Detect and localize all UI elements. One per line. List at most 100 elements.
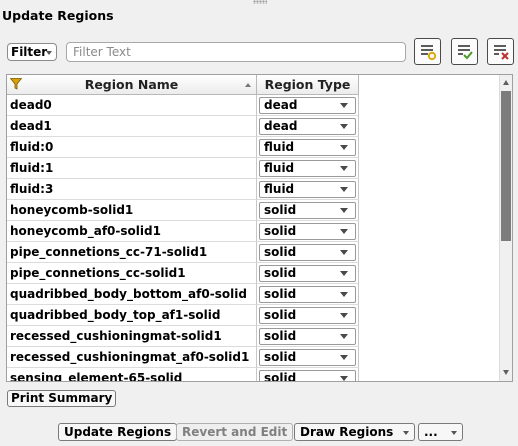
region-name-cell: recessed_cushioningmat-solid1 bbox=[7, 326, 257, 347]
region-type-select[interactable]: solid bbox=[259, 244, 356, 261]
region-type-value: solid bbox=[264, 371, 297, 382]
sort-ascending-icon bbox=[245, 83, 251, 87]
clear-list-icon bbox=[494, 45, 509, 60]
table-row[interactable]: fluid:0 fluid bbox=[7, 137, 359, 158]
chevron-down-icon bbox=[340, 271, 348, 276]
table-row[interactable]: honeycomb-solid1 solid bbox=[7, 200, 359, 221]
vertical-scrollbar[interactable] bbox=[499, 75, 512, 381]
scroll-down-arrow-icon[interactable] bbox=[503, 370, 509, 375]
chevron-down-icon bbox=[340, 187, 348, 192]
region-name-cell: dead0 bbox=[7, 95, 257, 116]
region-type-value: solid bbox=[264, 308, 297, 322]
draw-regions-button[interactable]: Draw Regions bbox=[294, 423, 415, 441]
table-row[interactable]: dead1 dead bbox=[7, 116, 359, 137]
chevron-down-icon bbox=[340, 334, 348, 339]
filter-mode-dropdown[interactable]: Filter bbox=[7, 43, 57, 61]
region-type-select[interactable]: dead bbox=[259, 97, 356, 114]
table-row[interactable]: pipe_connetions_cc-solid1 solid bbox=[7, 263, 359, 284]
table-row[interactable]: dead0 dead bbox=[7, 95, 359, 116]
region-name-cell: honeycomb-solid1 bbox=[7, 200, 257, 221]
region-type-select[interactable]: solid bbox=[259, 265, 356, 282]
region-type-select[interactable]: fluid bbox=[259, 160, 356, 177]
regions-table: Region Name Region Type dead0 dead dead1 d… bbox=[6, 74, 513, 382]
region-type-select[interactable]: solid bbox=[259, 286, 356, 303]
region-type-select[interactable]: solid bbox=[259, 202, 356, 219]
table-row[interactable]: recessed_cushioningmat_af0-solid1 solid bbox=[7, 347, 359, 368]
chevron-down-icon bbox=[340, 103, 348, 108]
chevron-down-icon bbox=[340, 313, 348, 318]
chevron-down-icon bbox=[403, 431, 409, 435]
column-header-region-name[interactable]: Region Name bbox=[7, 75, 257, 95]
region-type-select[interactable]: solid bbox=[259, 223, 356, 240]
region-type-select[interactable]: dead bbox=[259, 118, 356, 135]
resize-grip[interactable] bbox=[253, 0, 267, 4]
region-name-cell: quadribbed_body_top_af1-solid bbox=[7, 305, 257, 326]
chevron-down-icon bbox=[340, 292, 348, 297]
scroll-up-arrow-icon[interactable] bbox=[503, 80, 509, 85]
table-row[interactable]: quadribbed_body_bottom_af0-solid solid bbox=[7, 284, 359, 305]
chevron-down-icon bbox=[340, 208, 348, 213]
region-type-value: solid bbox=[264, 203, 297, 217]
region-type-value: solid bbox=[264, 329, 297, 343]
filter-options-button[interactable] bbox=[414, 38, 441, 65]
print-summary-button[interactable]: Print Summary bbox=[7, 390, 117, 407]
filter-list-icon bbox=[421, 45, 437, 61]
table-header: Region Name Region Type bbox=[7, 75, 359, 95]
more-options-label: ... bbox=[424, 425, 438, 439]
region-type-select[interactable]: fluid bbox=[259, 181, 356, 198]
column-header-region-type[interactable]: Region Type bbox=[257, 75, 359, 95]
chevron-down-icon bbox=[451, 431, 457, 435]
filter-text-input[interactable] bbox=[66, 42, 406, 62]
region-name-cell: recessed_cushioningmat_af0-solid1 bbox=[7, 347, 257, 368]
region-type-select[interactable]: fluid bbox=[259, 139, 356, 156]
table-body: dead0 dead dead1 dead fluid:0 fluid fluid:1… bbox=[7, 95, 359, 382]
region-type-select[interactable]: solid bbox=[259, 328, 356, 345]
table-row[interactable]: recessed_cushioningmat-solid1 solid bbox=[7, 326, 359, 347]
region-name-cell: fluid:3 bbox=[7, 179, 257, 200]
chevron-down-icon bbox=[340, 376, 348, 381]
table-row[interactable]: fluid:3 fluid bbox=[7, 179, 359, 200]
region-name-cell: quadribbed_body_bottom_af0-solid bbox=[7, 284, 257, 305]
region-type-value: fluid bbox=[264, 182, 295, 196]
region-name-cell: pipe_connetions_cc-71-solid1 bbox=[7, 242, 257, 263]
region-type-value: solid bbox=[264, 350, 297, 364]
region-type-value: dead bbox=[264, 98, 298, 112]
deselect-all-button[interactable] bbox=[487, 38, 514, 65]
region-type-value: fluid bbox=[264, 140, 295, 154]
region-type-value: solid bbox=[264, 245, 297, 259]
region-name-cell: honeycomb_af0-solid1 bbox=[7, 221, 257, 242]
chevron-down-icon bbox=[340, 145, 348, 150]
chevron-down-icon bbox=[340, 355, 348, 360]
column-header-label: Region Name bbox=[84, 77, 179, 92]
region-type-select[interactable]: solid bbox=[259, 307, 356, 324]
region-type-value: dead bbox=[264, 119, 298, 133]
revert-and-edit-button[interactable]: Revert and Edit bbox=[176, 423, 294, 441]
table-row[interactable]: quadribbed_body_top_af1-solid solid bbox=[7, 305, 359, 326]
region-type-value: solid bbox=[264, 224, 297, 238]
checklist-icon bbox=[458, 45, 473, 60]
chevron-down-icon bbox=[340, 124, 348, 129]
scrollbar-thumb[interactable] bbox=[501, 91, 511, 241]
region-name-cell: fluid:0 bbox=[7, 137, 257, 158]
more-options-button[interactable]: ... bbox=[418, 423, 463, 441]
region-type-value: solid bbox=[264, 266, 297, 280]
region-name-cell: sensing_element-65-solid bbox=[7, 368, 257, 381]
draw-regions-label: Draw Regions bbox=[300, 425, 394, 439]
region-name-cell: fluid:1 bbox=[7, 158, 257, 179]
region-type-select[interactable]: solid bbox=[259, 349, 356, 366]
region-type-value: fluid bbox=[264, 161, 295, 175]
region-name-cell: pipe_connetions_cc-solid1 bbox=[7, 263, 257, 284]
table-row[interactable]: pipe_connetions_cc-71-solid1 solid bbox=[7, 242, 359, 263]
region-name-cell: dead1 bbox=[7, 116, 257, 137]
filter-mode-label: Filter bbox=[11, 45, 48, 59]
table-row[interactable]: honeycomb_af0-solid1 solid bbox=[7, 221, 359, 242]
funnel-icon[interactable] bbox=[10, 78, 22, 90]
region-type-select[interactable]: solid bbox=[259, 370, 356, 382]
table-row[interactable]: fluid:1 fluid bbox=[7, 158, 359, 179]
panel-title: Update Regions bbox=[2, 8, 114, 23]
select-all-button[interactable] bbox=[451, 38, 478, 65]
table-row[interactable]: sensing_element-65-solid solid bbox=[7, 368, 359, 382]
chevron-down-icon bbox=[340, 250, 348, 255]
update-regions-button[interactable]: Update Regions bbox=[58, 423, 178, 441]
region-type-value: solid bbox=[264, 287, 297, 301]
